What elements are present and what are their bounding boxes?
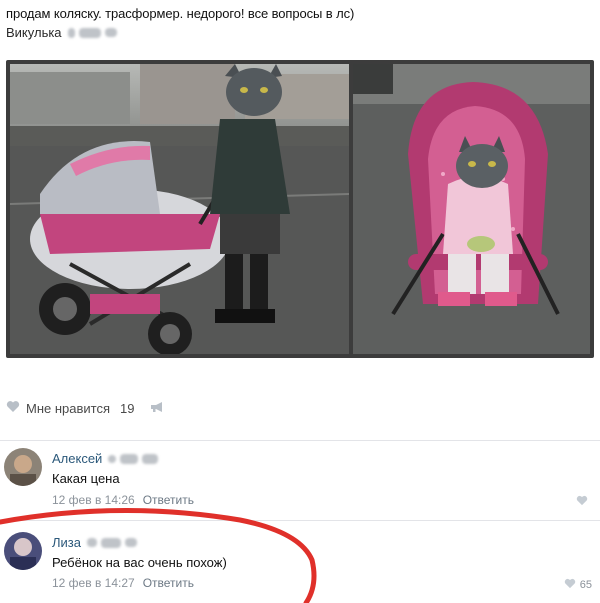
comment-meta: 12 фев в 14:27 Ответить bbox=[52, 576, 194, 590]
comment-like-count: 65 bbox=[579, 579, 592, 591]
avatar[interactable] bbox=[4, 532, 42, 570]
comment-author-name[interactable]: Лиза bbox=[52, 535, 81, 550]
post-text: продам коляску. трасформер. недорого! вс… bbox=[6, 6, 355, 21]
like-count: 19 bbox=[120, 400, 135, 416]
reply-link[interactable]: Ответить bbox=[143, 493, 194, 507]
photo-stroller-woman[interactable] bbox=[10, 64, 349, 354]
post-author-name[interactable]: Викулька bbox=[6, 25, 62, 40]
avatar[interactable] bbox=[4, 448, 42, 486]
comment-like[interactable] bbox=[576, 495, 592, 509]
megaphone-icon[interactable] bbox=[150, 401, 165, 416]
like-label[interactable]: Мне нравится bbox=[26, 401, 110, 416]
comment-date[interactable]: 12 фев в 14:26 bbox=[52, 493, 135, 507]
photo-stroller-woman-image bbox=[10, 64, 349, 354]
comment-text: Ребёнок на вас очень похож) bbox=[52, 555, 227, 570]
comment-like[interactable]: 65 bbox=[564, 578, 592, 592]
comments-divider bbox=[0, 440, 600, 441]
comment-author[interactable]: Лиза bbox=[52, 535, 137, 550]
photo-child-stroller-image bbox=[353, 64, 590, 354]
redacted-marks bbox=[67, 27, 117, 38]
comment-author-name[interactable]: Алексей bbox=[52, 451, 102, 466]
post-photos bbox=[6, 60, 594, 358]
comment-text: Какая цена bbox=[52, 471, 120, 486]
heart-icon[interactable] bbox=[6, 400, 20, 416]
redacted-marks bbox=[86, 537, 137, 548]
comment-meta: 12 фев в 14:26 Ответить bbox=[52, 493, 194, 507]
post-author-line: Викулька bbox=[6, 25, 117, 40]
photo-child-stroller[interactable] bbox=[353, 64, 590, 354]
likes-row: Мне нравится 19 bbox=[6, 400, 165, 416]
heart-small-icon[interactable] bbox=[564, 578, 576, 592]
comment-date[interactable]: 12 фев в 14:27 bbox=[52, 576, 135, 590]
comment-divider bbox=[0, 520, 600, 521]
comment-author[interactable]: Алексей bbox=[52, 451, 159, 466]
heart-small-icon[interactable] bbox=[576, 495, 588, 509]
redacted-marks bbox=[108, 453, 159, 464]
reply-link[interactable]: Ответить bbox=[143, 576, 194, 590]
